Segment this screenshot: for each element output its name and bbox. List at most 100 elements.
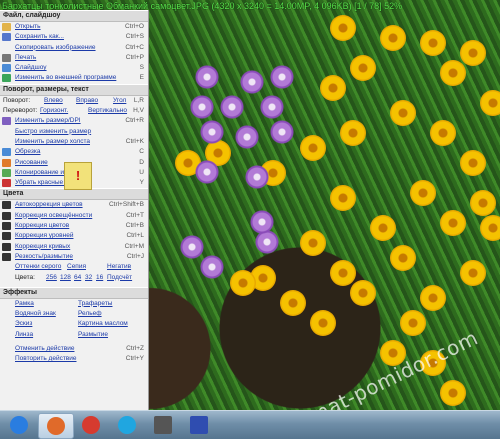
taskbar-button-2[interactable] [74,413,108,437]
image-menu-panel: Файл, слайдшоу Открыть Ctrl+O Сохранить ка… [0,10,149,410]
marigold-flower [330,15,356,41]
marigold-flower [370,215,396,241]
taskbar-button-1[interactable] [38,413,74,439]
color-menu-item-4-shortcut: Ctrl+M [124,242,144,250]
marigold-flower [440,60,466,86]
effect-link[interactable]: Картина маслом [78,319,128,329]
marigold-flower [230,270,256,296]
file-menu-item-1-label: Сохранить как... [15,33,64,41]
palette-64-link[interactable]: 64 [74,273,81,283]
marigold-flower [400,310,426,336]
edit-menu-item-6-shortcut: Y [139,179,144,187]
section-effects-title: Эффекты [0,286,148,299]
palette-label: Цвета: [15,273,35,281]
auto-color-icon [2,201,11,210]
edit-menu-item-3[interactable]: Обрезка C [0,147,148,157]
marigold-flower [330,260,356,286]
palette-row: Цвета: 256 128 64 32 16 Подсчёт [0,273,148,283]
alyssum-flower [245,165,269,189]
file-menu-item-2[interactable]: Скопировать изображение Ctrl+C [0,43,148,53]
edit-menu-item-0-shortcut: Ctrl+R [125,117,144,125]
alyssum-flower [270,65,294,89]
color-menu-item-2[interactable]: Коррекция цветов Ctrl+B [0,221,148,231]
marigold-flower [390,245,416,271]
negative-link[interactable]: Негатив [107,262,131,272]
color-menu-item-1[interactable]: Коррекция освещённости Ctrl+T [0,211,148,221]
clone-icon [2,168,11,177]
effect-link[interactable]: Трафареты [78,299,112,309]
taskbar-button-4[interactable] [146,413,180,437]
effect-link[interactable]: Водяной знак [15,309,56,319]
rotate-right-link[interactable]: Вправо [76,96,98,106]
file-menu-item-5[interactable]: Изменить во внешней программе E [0,73,148,83]
tones-row: Оттенки серого Сепия Негатив [0,262,148,272]
start-orb-icon [10,416,28,434]
marigold-flower [440,380,466,406]
lighting-icon [2,211,11,220]
undo-item: Отменить действие Ctrl+Z [0,344,148,354]
flip-horizontal-link[interactable]: Горизонт. [40,106,68,116]
sepia-link[interactable]: Сепия [67,262,86,272]
sharpen-icon [2,252,11,261]
alyssum-flower [240,70,264,94]
effects-row: Линза Размытие [0,330,148,340]
palette-128-link[interactable]: 128 [60,273,71,283]
effect-link[interactable]: Эскиз [15,319,32,329]
color-menu-item-2-shortcut: Ctrl+B [125,222,144,230]
marigold-flower [320,75,346,101]
marigold-flower [420,285,446,311]
file-menu-item-3-shortcut: Ctrl+P [125,53,144,61]
rotate-label: Поворот: [3,96,31,104]
palette-32-link[interactable]: 32 [85,273,92,283]
marigold-flower [460,150,486,176]
taskbar-button-0[interactable] [2,413,36,437]
color-menu-item-1-label: Коррекция освещённости [15,211,93,219]
palette-16-link[interactable]: 16 [96,273,103,283]
crop-icon [2,148,11,157]
effect-link[interactable]: Рамка [15,299,34,309]
file-menu-item-0[interactable]: Открыть Ctrl+O [0,22,148,32]
flip-row: Переворот: Горизонт. Вертикально H,V [0,106,148,116]
edit-menu-item-0-label: Изменить размер/DPI [15,117,81,125]
save-icon [2,33,11,42]
taskbar-button-3[interactable] [110,413,144,437]
flip-vertical-link[interactable]: Вертикально [88,106,127,116]
color-menu-item-0-label: Автокоррекция цветов [15,201,83,209]
flip-label: Переворот: [3,107,38,115]
color-menu-item-3[interactable]: Коррекция уровней Ctrl+L [0,231,148,241]
taskbar-button-5[interactable] [182,413,216,437]
color-menu-item-4[interactable]: Коррекция кривых Ctrl+M [0,242,148,252]
file-menu-item-4[interactable]: Слайдшоу S [0,63,148,73]
edit-menu-item-4-shortcut: D [139,158,144,166]
alyssum-flower [195,160,219,184]
effect-link[interactable]: Размытие [78,330,108,340]
effect-link[interactable]: Рельеф [78,309,102,319]
palette-count-link[interactable]: Подсчёт [107,273,132,283]
marigold-flower [350,55,376,81]
file-menu-item-1[interactable]: Сохранить как... Ctrl+S [0,32,148,42]
color-menu-item-5-label: Резкость/размытие [15,252,73,260]
edit-menu-item-5-shortcut: U [139,168,144,176]
marigold-flower [300,230,326,256]
color-menu-item-3-shortcut: Ctrl+L [126,232,144,240]
rotate-row: Поворот: Влево Вправо Угол L,R [0,96,148,106]
flip-shortcut: H,V [133,107,144,115]
warning-badge-icon[interactable]: ! [64,162,92,190]
edit-menu-item-1[interactable]: Быстро изменить размер [0,127,148,137]
edit-menu-item-0[interactable]: Изменить размер/DPI Ctrl+R [0,116,148,126]
file-menu-item-5-shortcut: E [139,74,144,82]
color-menu-item-5[interactable]: Резкость/размытие Ctrl+J [0,252,148,262]
palette-256-link[interactable]: 256 [46,273,57,283]
grayscale-link[interactable]: Оттенки серого [15,262,61,272]
rotate-left-link[interactable]: Влево [44,96,63,106]
rotate-angle-link[interactable]: Угол [113,96,126,106]
effect-link[interactable]: Линза [15,330,33,340]
alyssum-flower [235,125,259,149]
color-menu-item-0[interactable]: Автокоррекция цветов Ctrl+Shift+B [0,200,148,210]
alyssum-flower [195,65,219,89]
edit-menu-item-2[interactable]: Изменить размер холста Ctrl+K [0,137,148,147]
edit-menu-item-2-label: Изменить размер холста [15,137,90,145]
file-menu-item-1-shortcut: Ctrl+S [125,33,144,41]
alyssum-flower [260,95,284,119]
file-menu-item-3[interactable]: Печать Ctrl+P [0,53,148,63]
